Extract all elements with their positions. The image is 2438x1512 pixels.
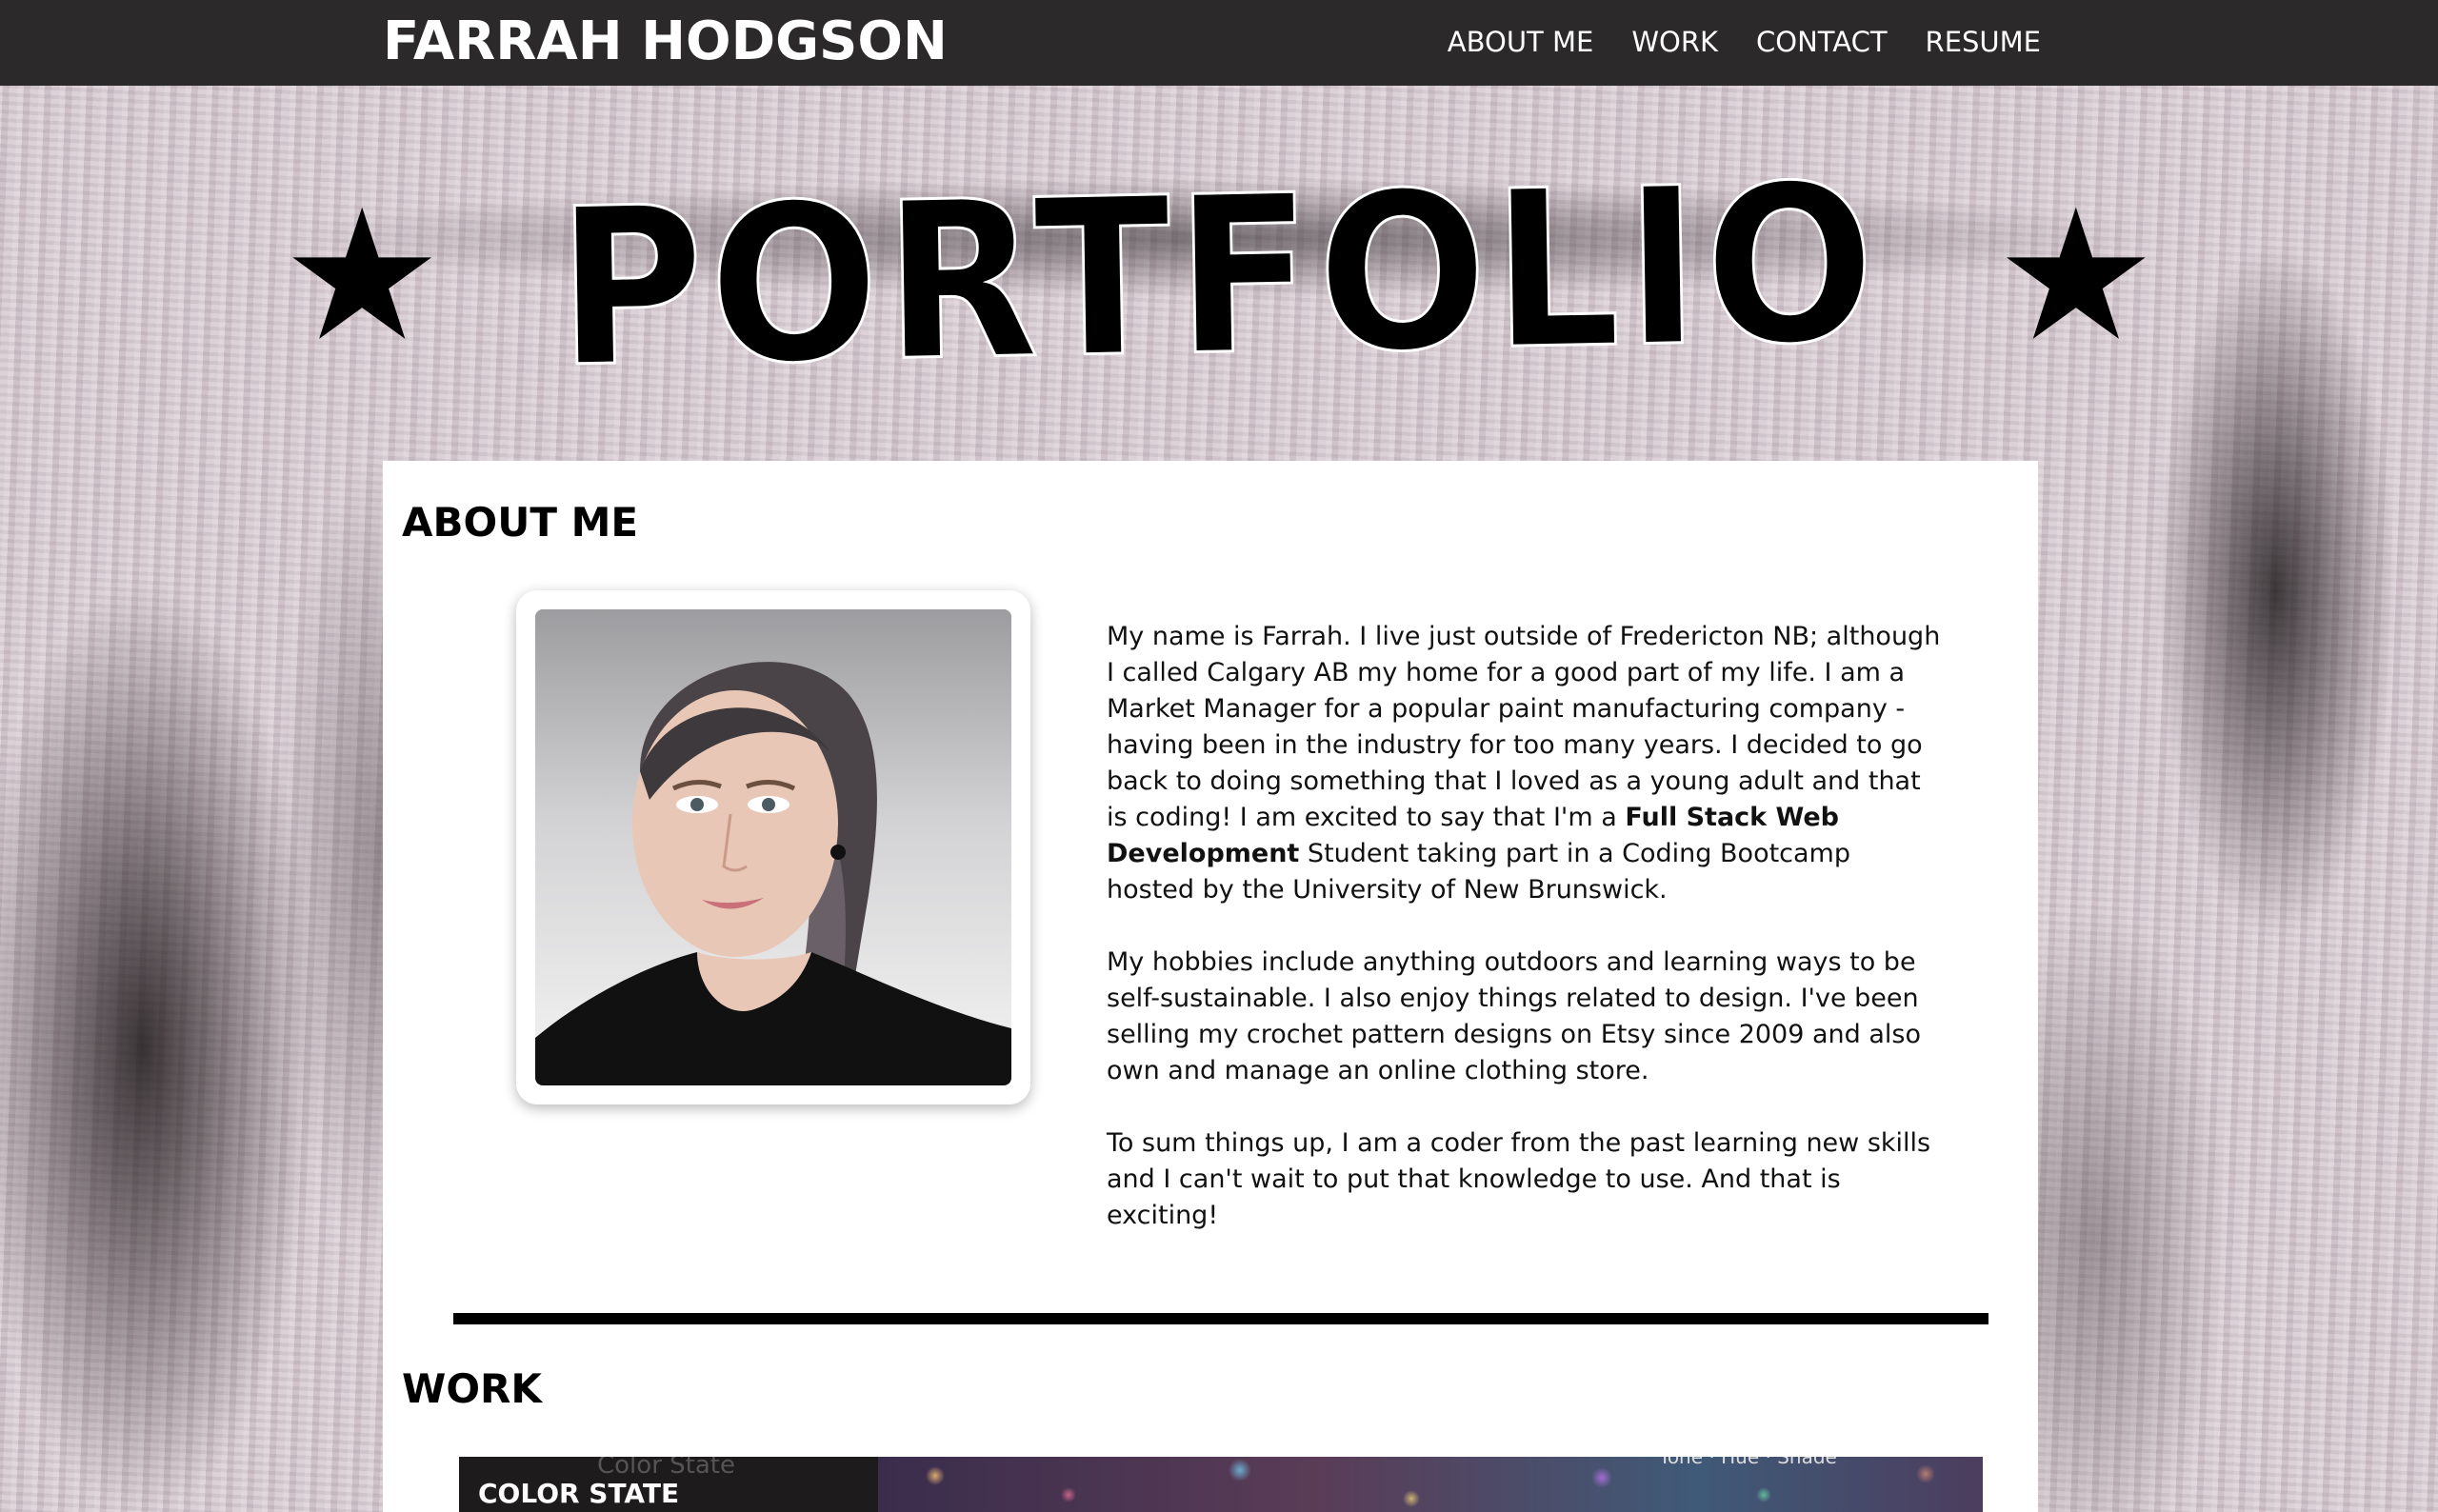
about-paragraph-3: To sum things up, I am a coder from the … bbox=[1107, 1128, 1931, 1230]
project-thumbnail-caption: Color State bbox=[597, 1457, 735, 1480]
section-divider bbox=[453, 1313, 1988, 1324]
portrait-illustration bbox=[535, 609, 1011, 1085]
profile-photo bbox=[535, 609, 1011, 1085]
nav-link-work[interactable]: WORK bbox=[1631, 21, 1718, 63]
about-paragraph-1-text: My name is Farrah. I live just outside o… bbox=[1107, 622, 1941, 832]
nav-link-contact[interactable]: CONTACT bbox=[1756, 21, 1888, 63]
main-nav: ABOUT ME WORK CONTACT RESUME bbox=[1448, 21, 2041, 63]
about-paragraph-1: My name is Farrah. I live just outside o… bbox=[1107, 619, 1945, 908]
about-paragraph-2: My hobbies include anything outdoors and… bbox=[1107, 947, 1922, 1085]
project-thumbnail-caption-right: Tone · Hue · Shade bbox=[1659, 1457, 1837, 1468]
project-card-color-state[interactable]: Color State Tone · Hue · Shade COLOR STA… bbox=[459, 1457, 1983, 1512]
nav-link-about-me[interactable]: ABOUT ME bbox=[1448, 21, 1594, 63]
content-card: ABOUT ME My name is Farrah. I live just … bbox=[383, 461, 2038, 1512]
about-section-title: ABOUT ME bbox=[402, 499, 639, 546]
hero-banner: ★ PORTFOLIO ★ bbox=[0, 135, 2438, 416]
nav-link-resume[interactable]: RESUME bbox=[1926, 21, 2041, 63]
site-brand[interactable]: FARRAH HODGSON bbox=[383, 8, 948, 76]
star-icon-left: ★ bbox=[281, 170, 444, 381]
top-navbar: FARRAH HODGSON ABOUT ME WORK CONTACT RES… bbox=[0, 0, 2438, 86]
project-label[interactable]: COLOR STATE bbox=[478, 1478, 679, 1509]
work-section-title: WORK bbox=[402, 1365, 542, 1412]
hero-title: PORTFOLIO bbox=[554, 135, 1883, 416]
about-text: My name is Farrah. I live just outside o… bbox=[1107, 619, 1945, 1270]
star-icon-right: ★ bbox=[1994, 170, 2157, 381]
profile-photo-frame bbox=[516, 590, 1030, 1104]
